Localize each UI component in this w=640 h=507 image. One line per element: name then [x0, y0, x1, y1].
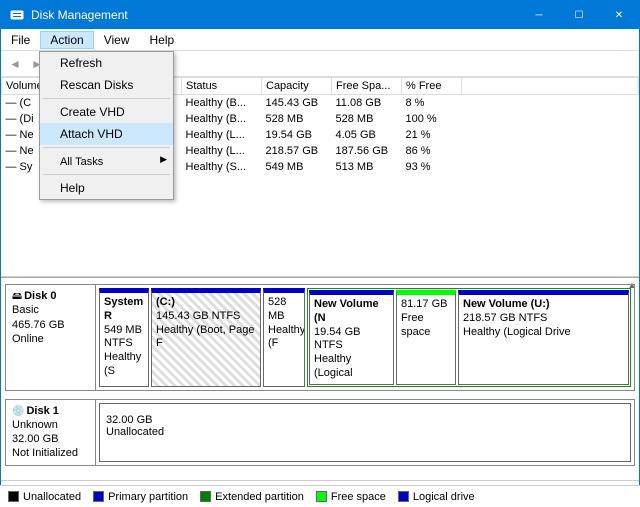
disk-0-size: 465.76 GB [12, 319, 65, 331]
partition-c[interactable]: (C:) 145.43 GB NTFS Healthy (Boot, Page … [151, 288, 261, 387]
disk-1-status: Not Initialized [12, 447, 78, 459]
disk-icon: 💿 [12, 406, 24, 417]
disk-0-row[interactable]: 🖴Disk 0 Basic 465.76 GB Online System R … [5, 284, 635, 391]
unalloc-label: Unallocated [106, 426, 624, 438]
col-pct[interactable]: % Free [402, 78, 462, 95]
partition-status: Healthy (Logical Drive [463, 326, 624, 340]
col-free[interactable]: Free Spa... [332, 78, 402, 95]
legend: Unallocated Primary partition Extended p… [0, 485, 640, 507]
partition-name: New Volume (N [314, 298, 389, 326]
legend-extended: Extended partition [200, 491, 304, 503]
menu-help[interactable]: Help [140, 31, 185, 49]
disk-1-name: Disk 1 [26, 405, 58, 417]
menu-separator [43, 98, 170, 99]
legend-free: Free space [316, 491, 386, 503]
legend-primary: Primary partition [93, 491, 188, 503]
all-tasks-label: All Tasks [60, 156, 103, 168]
minimize-button[interactable]: ─ [519, 1, 559, 29]
partition-new-volume-u[interactable]: New Volume (U:) 218.57 GB NTFS Healthy (… [458, 290, 629, 385]
partition-size: 528 MB [268, 296, 300, 324]
partition-status: Healthy (Boot, Page F [156, 324, 256, 352]
menu-view[interactable]: View [94, 31, 140, 49]
action-attach-vhd[interactable]: Attach VHD [40, 123, 173, 145]
close-button[interactable]: ✕ [599, 1, 639, 29]
partition-system-reserved[interactable]: System R 549 MB NTFS Healthy (S [99, 288, 149, 387]
legend-unallocated: Unallocated [8, 491, 81, 503]
partition-status: Free space [401, 312, 451, 340]
disk-0-type: Basic [12, 304, 39, 316]
partition-size: 549 MB NTFS [104, 324, 144, 352]
back-button[interactable]: ◄ [5, 54, 25, 74]
disk-0-name: Disk 0 [24, 290, 56, 302]
disk-0-label: 🖴Disk 0 Basic 465.76 GB Online [6, 285, 96, 390]
partition-name: System R [104, 296, 144, 324]
partition-status: Healthy (F [268, 324, 300, 352]
action-help[interactable]: Help [40, 177, 173, 199]
partition-recovery[interactable]: 528 MB Healthy (F [263, 288, 305, 387]
submenu-arrow-icon: ▶ [160, 154, 167, 165]
partition-size: 81.17 GB [401, 298, 451, 312]
disk-1-size: 32.00 GB [12, 433, 58, 445]
disk-1-row[interactable]: 💿Disk 1 Unknown 32.00 GB Not Initialized… [5, 399, 635, 466]
col-volume[interactable]: Volume [2, 78, 42, 95]
action-dropdown: Refresh Rescan Disks Create VHD Attach V… [39, 51, 174, 200]
col-spacer [462, 78, 639, 95]
partition-new-volume-n[interactable]: New Volume (N 19.54 GB NTFS Healthy (Log… [309, 290, 394, 385]
menu-action[interactable]: Action [40, 31, 93, 49]
legend-logical: Logical drive [398, 491, 475, 503]
app-icon [9, 7, 25, 23]
menu-file[interactable]: File [1, 31, 40, 49]
action-rescan[interactable]: Rescan Disks [40, 74, 173, 96]
action-refresh[interactable]: Refresh [40, 52, 173, 74]
partition-name: (C:) [156, 296, 256, 310]
disk-graphical-view: ▲ 🖴Disk 0 Basic 465.76 GB Online System … [1, 277, 639, 481]
extended-partition[interactable]: New Volume (N 19.54 GB NTFS Healthy (Log… [307, 288, 631, 387]
maximize-button[interactable]: ☐ [559, 1, 599, 29]
col-status[interactable]: Status [182, 78, 262, 95]
menu-separator [43, 147, 170, 148]
partition-name: New Volume (U:) [463, 298, 624, 312]
partition-size: 145.43 GB NTFS [156, 310, 256, 324]
menu-separator [43, 174, 170, 175]
unalloc-size: 32.00 GB [106, 414, 624, 426]
disk-1-type: Unknown [12, 419, 58, 431]
unallocated-space[interactable]: 32.00 GB Unallocated [99, 403, 631, 462]
col-capacity[interactable]: Capacity [262, 78, 332, 95]
partition-status: Healthy (S [104, 351, 144, 379]
action-all-tasks[interactable]: All Tasks ▶ [40, 150, 173, 172]
disk-icon: 🖴 [12, 291, 22, 302]
partition-size: 218.57 GB NTFS [463, 312, 624, 326]
disk-1-label: 💿Disk 1 Unknown 32.00 GB Not Initialized [6, 400, 96, 465]
partition-size: 19.54 GB NTFS [314, 326, 389, 354]
partition-free-space[interactable]: 81.17 GB Free space [396, 290, 456, 385]
partition-status: Healthy (Logical [314, 353, 389, 381]
menu-bar: File Action View Help Refresh Rescan Dis… [1, 29, 639, 51]
disk-0-status: Online [12, 333, 44, 345]
action-create-vhd[interactable]: Create VHD [40, 101, 173, 123]
title-bar: Disk Management ─ ☐ ✕ [1, 1, 639, 29]
